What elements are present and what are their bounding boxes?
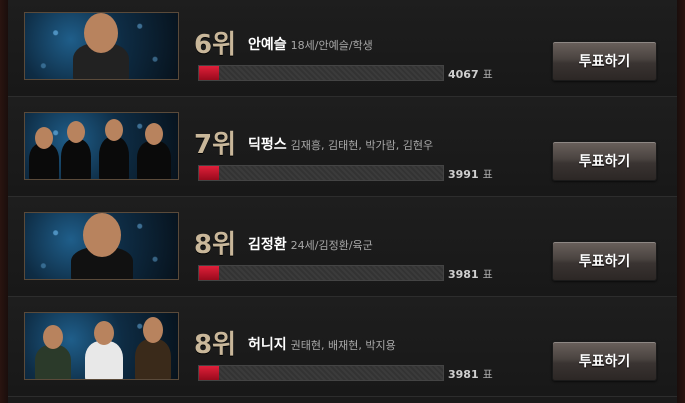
left-frame-edge	[0, 0, 8, 403]
vote-button[interactable]: 투표하기	[552, 341, 657, 381]
rank-label: 7위	[194, 130, 237, 160]
contestant-meta: 18세/안예슬/학생	[290, 39, 373, 52]
contestant-name: 안예슬	[248, 37, 287, 53]
list-item: 6위 안예슬 18세/안예슬/학생 4067 표 투표하기	[8, 0, 677, 97]
vote-count-value: 3981	[448, 268, 479, 281]
vote-count: 3981 표	[448, 366, 493, 382]
vote-progress-fill	[199, 266, 219, 280]
contestant-name: 딕펑스	[248, 137, 287, 153]
contestant-photo	[24, 12, 179, 80]
list-item: 8위 허니지 권태현, 배재현, 박지용 3981 표 투표하기	[8, 297, 677, 397]
vote-count: 3991 표	[448, 166, 493, 182]
vote-unit: 표	[482, 68, 493, 81]
ranking-list: 6위 안예슬 18세/안예슬/학생 4067 표 투표하기 7위 딕펑스 김재흥, 김…	[8, 0, 677, 403]
vote-unit: 표	[482, 268, 493, 281]
vote-unit: 표	[482, 368, 493, 381]
vote-button[interactable]: 투표하기	[552, 41, 657, 81]
list-item: 8위 김정환 24세/김정환/육군 3981 표 투표하기	[8, 197, 677, 297]
vote-button[interactable]: 투표하기	[552, 241, 657, 281]
list-item: 7위 딕펑스 김재흥, 김태현, 박가람, 김현우 3991 표 투표하기	[8, 97, 677, 197]
contestant-photo	[24, 312, 179, 380]
contestant-name: 허니지	[248, 337, 287, 353]
vote-unit: 표	[482, 168, 493, 181]
vote-progress-fill	[199, 166, 219, 180]
rank-label: 8위	[194, 230, 237, 260]
rank-label: 6위	[194, 30, 237, 60]
vote-progress-fill	[199, 66, 219, 80]
vote-progress-fill	[199, 366, 219, 380]
vote-count-value: 3981	[448, 368, 479, 381]
contestant-meta: 권태현, 배재현, 박지용	[290, 339, 396, 352]
contestant-meta: 김재흥, 김태현, 박가람, 김현우	[290, 139, 434, 152]
vote-progress-bar	[198, 365, 444, 381]
vote-progress-bar	[198, 165, 444, 181]
rank-label: 8위	[194, 330, 237, 360]
contestant-name-line: 허니지 권태현, 배재현, 박지용	[248, 334, 396, 354]
vote-progress-bar	[198, 65, 444, 81]
contestant-name-line: 안예슬 18세/안예슬/학생	[248, 34, 373, 54]
vote-progress-bar	[198, 265, 444, 281]
vote-count: 4067 표	[448, 66, 493, 82]
vote-count-value: 3991	[448, 168, 479, 181]
contestant-photo	[24, 112, 179, 180]
contestant-meta: 24세/김정환/육군	[290, 239, 373, 252]
right-frame-edge	[677, 0, 685, 403]
contestant-name-line: 김정환 24세/김정환/육군	[248, 234, 373, 254]
contestant-photo	[24, 212, 179, 280]
vote-count: 3981 표	[448, 266, 493, 282]
contestant-name-line: 딕펑스 김재흥, 김태현, 박가람, 김현우	[248, 134, 433, 154]
contestant-name: 김정환	[248, 237, 287, 253]
vote-button[interactable]: 투표하기	[552, 141, 657, 181]
vote-count-value: 4067	[448, 68, 479, 81]
